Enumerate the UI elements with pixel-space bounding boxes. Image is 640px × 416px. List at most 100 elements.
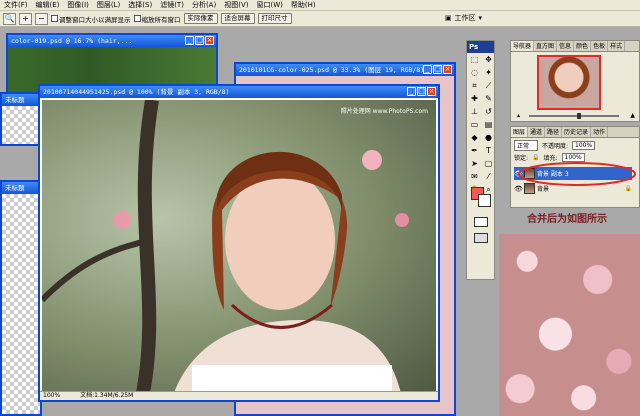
navigator-zoom-slider[interactable]: ▴ ▲ — [517, 113, 635, 119]
menu-filter[interactable]: 滤镜(T) — [156, 0, 188, 11]
document-window-small2[interactable]: 未标题 — [0, 180, 42, 416]
lock-icon[interactable]: 🔒 — [532, 154, 539, 161]
menu-help[interactable]: 帮助(H) — [287, 0, 320, 11]
gradient-tool-icon[interactable]: ▤ — [482, 119, 495, 131]
window-title[interactable]: 未标题 — [2, 182, 40, 194]
minimize-icon[interactable]: _ — [185, 36, 194, 45]
screen-mode-icon[interactable] — [474, 233, 488, 243]
transparent-canvas — [2, 194, 40, 414]
status-bar: 100% 文档:1.34M/6.25M — [40, 391, 438, 400]
tab-actions[interactable]: 动作 — [591, 127, 609, 137]
transparent-canvas — [2, 106, 40, 144]
magic-wand-icon[interactable]: ✦ — [482, 67, 495, 79]
crop-tool-icon[interactable]: ⌗ — [468, 80, 481, 92]
highlight-ellipse — [518, 162, 636, 186]
blend-row: 正常 不透明度: 100% — [514, 140, 596, 151]
zoom-tool-icon[interactable]: 🔍 — [3, 12, 16, 25]
lasso-tool-icon[interactable]: ◌ — [468, 67, 481, 79]
navigator-preview[interactable] — [537, 55, 601, 110]
quick-mask-icon[interactable] — [474, 217, 488, 227]
tab-layers[interactable]: 图层 — [511, 127, 529, 137]
eraser-tool-icon[interactable]: ▭ — [468, 119, 481, 131]
tab-swatches[interactable]: 色板 — [591, 41, 609, 51]
maximize-icon[interactable]: □ — [195, 36, 204, 45]
tools-panel: Ps ⬚ ✥ ◌ ✦ ⌗ ⟋ ✚ ✎ ⊥ ↺ ▭ ▤ ◆ ● ✒ T ➤ ▢ ✉… — [466, 40, 495, 280]
tab-navigator[interactable]: 导航器 — [511, 41, 535, 51]
close-icon[interactable]: × — [443, 65, 452, 74]
menu-analysis[interactable]: 分析(A) — [188, 0, 220, 11]
menu-view[interactable]: 视图(V) — [220, 0, 252, 11]
history-brush-icon[interactable]: ↺ — [482, 106, 495, 118]
maximize-icon[interactable]: □ — [433, 65, 442, 74]
close-icon[interactable]: × — [205, 36, 214, 45]
tab-histogram[interactable]: 直方图 — [534, 41, 558, 51]
tab-channels[interactable]: 通道 — [528, 127, 546, 137]
background-color-swatch[interactable] — [478, 194, 491, 207]
window-title[interactable]: 未标题 — [2, 94, 40, 106]
blur-tool-icon[interactable]: ◆ — [468, 132, 481, 144]
slice-tool-icon[interactable]: ⟋ — [482, 80, 495, 92]
layers-tabs: 图层 通道 路径 历史记录 动作 — [511, 127, 639, 138]
menu-window[interactable]: 窗口(W) — [252, 0, 286, 11]
menu-edit[interactable]: 编辑(E) — [32, 0, 64, 11]
menu-image[interactable]: 图像(I) — [63, 0, 93, 11]
window-title[interactable]: 20100714044951425.psd @ 100% (背景 副本 3, R… — [40, 86, 438, 98]
close-icon[interactable]: × — [427, 87, 436, 96]
brush-tool-icon[interactable]: ✎ — [482, 93, 495, 105]
tab-info[interactable]: 信息 — [557, 41, 575, 51]
slider-track[interactable] — [529, 115, 619, 117]
pen-tool-icon[interactable]: ✒ — [468, 145, 481, 157]
menu-bar: 文件(F) 编辑(E) 图像(I) 图层(L) 选择(S) 滤镜(T) 分析(A… — [0, 0, 640, 11]
zoom-level[interactable]: 100% — [43, 392, 60, 400]
healing-tool-icon[interactable]: ✚ — [468, 93, 481, 105]
maximize-icon[interactable]: □ — [417, 87, 426, 96]
options-bar: 🔍 + − 调整窗口大小以满屏显示 缩放所有窗口 实际像素 适合屏幕 打印尺寸 … — [0, 11, 640, 27]
layers-panel: 图层 通道 路径 历史记录 动作 正常 不透明度: 100% 锁定: 🔒 填充:… — [510, 126, 640, 208]
monitor-icon: ▣ — [444, 14, 452, 22]
minimize-icon[interactable]: _ — [423, 65, 432, 74]
zoom-in-icon[interactable]: + — [19, 12, 32, 25]
opacity-input[interactable]: 100% — [572, 141, 596, 150]
checkbox-box[interactable] — [133, 15, 141, 22]
blend-mode-select[interactable]: 正常 — [514, 140, 539, 151]
zoom-all-checkbox[interactable]: 缩放所有窗口 — [133, 14, 181, 24]
canvas-portrait-image[interactable]: 照片处理网 www.PhotoPS.com — [42, 100, 436, 398]
window-title[interactable]: 2010101CG-color-025.psd @ 33.3% (图层 19, … — [236, 64, 454, 76]
minimize-icon[interactable]: _ — [407, 87, 416, 96]
watermark-text: 照片处理网 www.PhotoPS.com — [340, 108, 428, 115]
zoom-out-small-icon[interactable]: ▴ — [517, 113, 520, 119]
dodge-tool-icon[interactable]: ● — [482, 132, 495, 144]
resize-windows-checkbox[interactable]: 调整窗口大小以满屏显示 — [51, 14, 131, 24]
menu-layer[interactable]: 图层(L) — [93, 0, 124, 11]
notes-tool-icon[interactable]: ✉ — [468, 171, 481, 183]
zoom-out-icon[interactable]: − — [35, 12, 48, 25]
document-window-small1[interactable]: 未标题 — [0, 92, 42, 146]
workspace-menu[interactable]: ▣ 工作区 ▾ — [445, 13, 482, 23]
checkbox-box[interactable] — [51, 15, 58, 22]
tab-history[interactable]: 历史记录 — [562, 127, 592, 137]
slider-handle[interactable] — [577, 113, 581, 119]
navigator-panel: 导航器 直方图 信息 颜色 色板 样式 ▴ ▲ — [510, 40, 640, 122]
resize-windows-label: 调整窗口大小以满屏显示 — [59, 15, 131, 24]
path-select-icon[interactable]: ➤ — [468, 158, 481, 170]
tab-color[interactable]: 颜色 — [574, 41, 592, 51]
opacity-label: 不透明度: — [542, 143, 569, 150]
move-tool-icon[interactable]: ✥ — [482, 54, 495, 66]
shape-tool-icon[interactable]: ▢ — [482, 158, 495, 170]
tab-paths[interactable]: 路径 — [545, 127, 563, 137]
stamp-tool-icon[interactable]: ⊥ — [468, 106, 481, 118]
photoshop-logo-icon: Ps — [467, 41, 494, 53]
eyedropper-icon[interactable]: ⁄ — [482, 171, 495, 183]
fit-screen-button[interactable]: 适合屏幕 — [220, 13, 255, 24]
menu-select[interactable]: 选择(S) — [124, 0, 156, 11]
workspace-label: 工作区 — [454, 14, 476, 22]
tab-styles[interactable]: 样式 — [608, 41, 626, 51]
print-size-button[interactable]: 打印尺寸 — [257, 13, 292, 24]
menu-file[interactable]: 文件(F) — [0, 0, 32, 11]
marquee-tool-icon[interactable]: ⬚ — [468, 54, 481, 66]
annotation-caption: 合并后为如图所示 — [527, 214, 607, 225]
document-window-main[interactable]: 20100714044951425.psd @ 100% (背景 副本 3, R… — [38, 84, 440, 402]
zoom-in-small-icon[interactable]: ▲ — [630, 113, 635, 119]
actual-pixels-button[interactable]: 实际像素 — [183, 13, 218, 24]
type-tool-icon[interactable]: T — [482, 145, 495, 157]
